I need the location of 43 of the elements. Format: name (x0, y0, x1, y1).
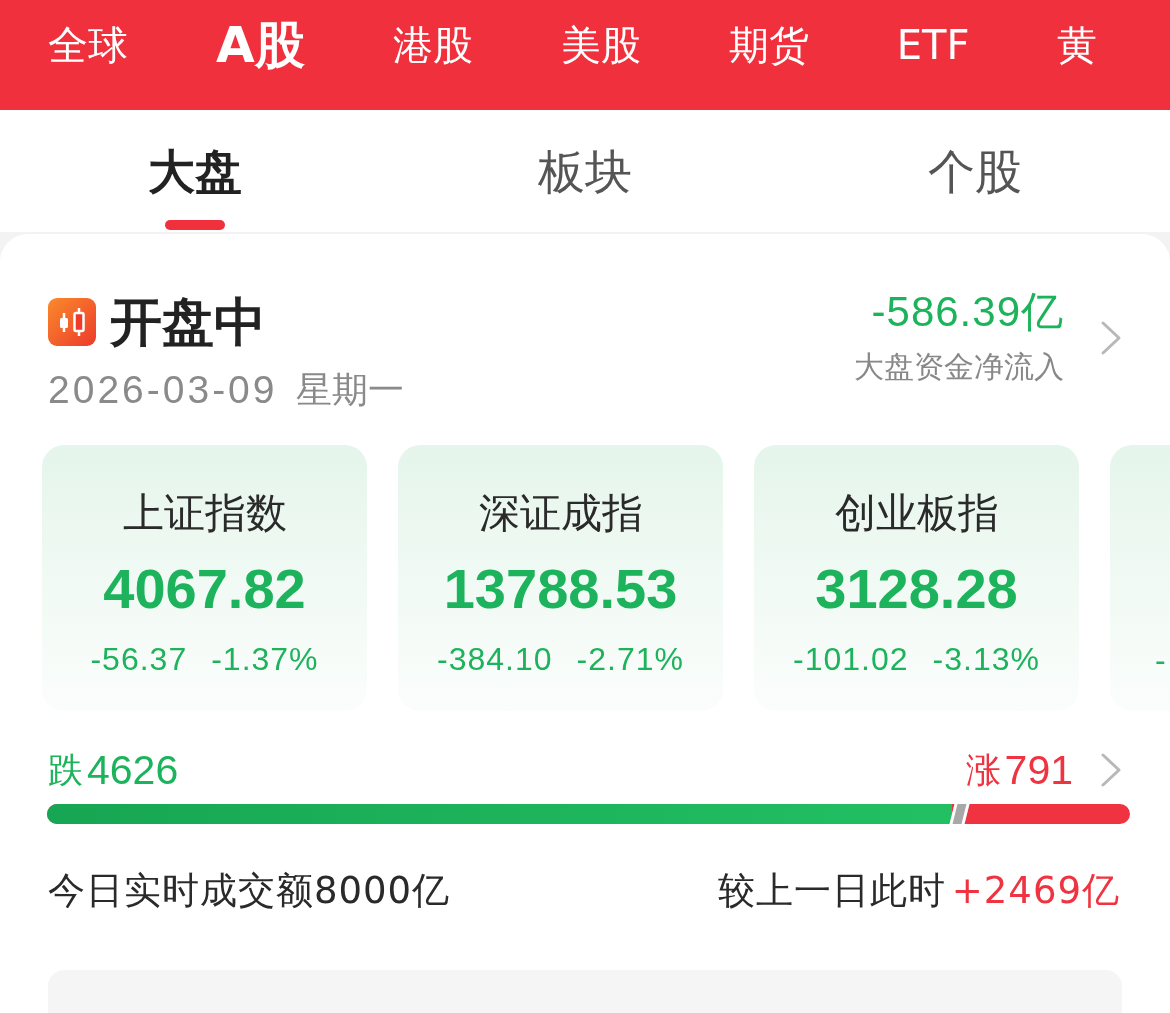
index-change-percent: -3.13% (932, 641, 1040, 677)
market-tab[interactable]: 美股 (560, 17, 641, 73)
index-card[interactable]: 上证指数 4067.82 -56.37 -1.37% (42, 445, 367, 711)
index-card[interactable]: - (1110, 445, 1170, 711)
index-card[interactable]: 深证成指 13788.53 -384.10 -2.71% (398, 445, 723, 711)
chevron-icon[interactable] (1100, 752, 1122, 788)
fall-label: 跌 (48, 749, 83, 792)
index-name: 上证指数 (122, 489, 287, 537)
rise-label: 涨 (965, 749, 1001, 792)
fall-count: 4626 (87, 748, 179, 792)
index-name: 深证成指 (478, 489, 643, 537)
index-value: 3128.28 (815, 559, 1018, 619)
session-status: 开盘中 (110, 296, 266, 348)
index-change: -384.10 (437, 641, 553, 677)
comparison-value: +2469亿 (951, 869, 1120, 913)
comparison-label: 较上一日此时 (717, 869, 946, 913)
net-flow-label: 大盘资金净流入 (854, 349, 1064, 385)
date-text: 2026-03-09 (48, 368, 278, 412)
index-change-percent: -1.37% (211, 641, 319, 677)
chevron-icon[interactable] (1100, 319, 1122, 356)
turnover-text: 今日实时成交额8000亿 (48, 869, 451, 913)
index-change-percent: -2.71% (576, 641, 684, 677)
index-change: -101.02 (793, 641, 909, 677)
net-flow-value: -586.39亿 (871, 290, 1064, 334)
sub-tab[interactable]: 个股 (928, 110, 1022, 232)
market-tab[interactable]: 黄 (1057, 17, 1098, 73)
index-change: - (1155, 642, 1167, 678)
market-tab[interactable]: ETF (896, 17, 970, 73)
market-tab[interactable]: 港股 (392, 17, 473, 73)
market-tab[interactable]: 全球 (48, 17, 128, 73)
market-tab[interactable]: A股 (216, 17, 305, 73)
index-card[interactable]: 创业板指 3128.28 -101.02 -3.13% (754, 445, 1079, 711)
market-tab[interactable]: 期货 (728, 17, 809, 73)
index-value: 4067.82 (103, 559, 306, 619)
tab-indicator (165, 220, 225, 230)
index-change: -56.37 (90, 641, 188, 677)
index-value: 13788.53 (443, 559, 678, 619)
weekday-text: 星期一 (295, 368, 404, 412)
sub-tab[interactable]: 大盘 (148, 110, 242, 232)
candlestick-icon (48, 298, 96, 346)
rise-count: 791 (1004, 748, 1073, 792)
index-name: 创业板指 (834, 489, 999, 537)
sub-tab[interactable]: 板块 (538, 110, 632, 232)
